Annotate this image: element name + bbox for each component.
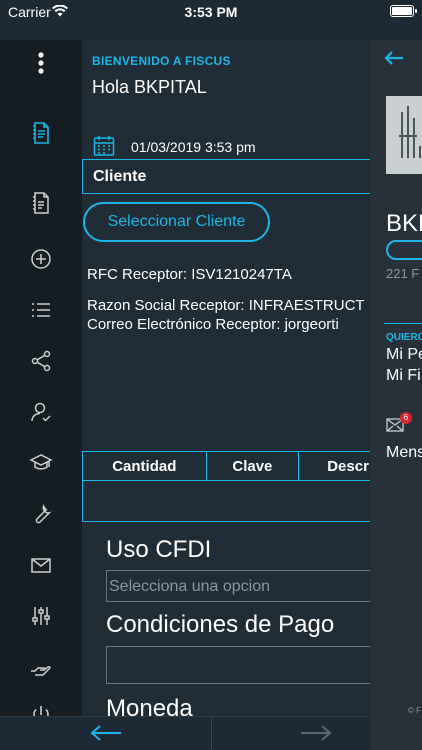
clock: 3:53 PM xyxy=(184,4,238,20)
profile-link[interactable]: Mi Pe xyxy=(386,346,422,364)
notification-badge: 6 xyxy=(400,412,412,424)
column-header: Cantidad xyxy=(83,452,207,480)
main-panel: BIENVENIDO A FISCUS Hola BKPITAL 01/03/2… xyxy=(82,40,370,716)
bottom-navigation xyxy=(0,716,370,750)
company-name: BKF xyxy=(386,210,422,237)
profile-panel: BKF 221 F QUIERO Mi Pe Mi Fi 6 Mens © F xyxy=(370,40,422,750)
uso-cfdi-label: Uso CFDI xyxy=(106,536,212,563)
moneda-label: Moneda xyxy=(106,695,193,716)
previous-arrow-icon[interactable] xyxy=(90,723,122,748)
messages-link[interactable]: Mens xyxy=(386,444,422,462)
rfc-receptor-text: RFC Receptor: ISV1210247TA xyxy=(87,266,292,283)
list-icon[interactable] xyxy=(26,295,56,325)
next-arrow-icon[interactable] xyxy=(300,723,332,748)
divider xyxy=(211,717,212,750)
status-bar: Carrier 3:53 PM xyxy=(0,0,422,40)
copyright-text: © F xyxy=(408,706,422,715)
graduation-cap-icon[interactable] xyxy=(26,448,56,478)
razon-social-text: Razon Social Receptor: INFRAESTRUCT xyxy=(87,297,365,314)
fiscal-link[interactable]: Mi Fi xyxy=(386,367,421,385)
back-arrow-icon[interactable] xyxy=(384,50,404,71)
uso-cfdi-select[interactable]: Selecciona una opcion xyxy=(106,570,370,602)
welcome-heading: BIENVENIDO A FISCUS xyxy=(92,54,231,68)
quiero-heading: QUIERO xyxy=(386,332,422,343)
profile-button[interactable] xyxy=(386,240,422,260)
uso-cfdi-placeholder: Selecciona una opcion xyxy=(109,578,271,595)
invoice-icon[interactable] xyxy=(26,118,56,148)
wrench-icon[interactable] xyxy=(26,499,56,529)
date-time-label: 01/03/2019 3:53 pm xyxy=(131,139,256,155)
sliders-icon[interactable] xyxy=(26,601,56,631)
concepts-table-body[interactable] xyxy=(82,480,370,522)
column-header: Descr xyxy=(327,457,369,475)
document-icon[interactable] xyxy=(26,188,56,218)
condiciones-pago-input[interactable] xyxy=(106,646,370,684)
sidebar xyxy=(0,40,82,723)
concepts-table-header: Cantidad Clave Descr xyxy=(82,451,370,481)
add-circle-icon[interactable] xyxy=(26,244,56,274)
greeting-text: Hola BKPITAL xyxy=(92,77,207,97)
select-client-button[interactable]: Seleccionar Cliente xyxy=(83,202,270,242)
company-subtitle: 221 F xyxy=(386,266,420,281)
user-check-icon[interactable] xyxy=(26,397,56,427)
column-header: Clave xyxy=(207,452,300,480)
condiciones-pago-label: Condiciones de Pago xyxy=(106,611,335,638)
menu-dots-icon[interactable] xyxy=(26,48,56,78)
battery-icon xyxy=(390,5,417,17)
section-title: Cliente xyxy=(93,168,147,185)
company-logo xyxy=(386,96,422,174)
share-icon[interactable] xyxy=(26,346,56,376)
mail-icon[interactable] xyxy=(26,550,56,580)
client-section-header: Cliente xyxy=(82,159,370,194)
calendar-icon xyxy=(92,134,116,158)
correo-text: Correo Electrónico Receptor: jorgeorti xyxy=(87,316,339,333)
divider xyxy=(384,323,422,324)
hand-icon[interactable] xyxy=(26,652,56,682)
